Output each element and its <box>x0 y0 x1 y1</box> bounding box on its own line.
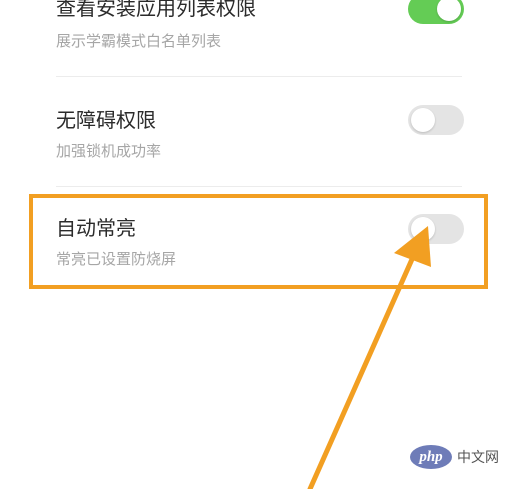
toggle-knob <box>411 108 435 132</box>
setting-row-accessibility: 无障碍权限 加强锁机成功率 <box>56 100 466 170</box>
setting-description: 加强锁机成功率 <box>56 142 162 160</box>
accessibility-permission-toggle[interactable] <box>408 105 464 135</box>
arrow-shaft <box>307 254 416 489</box>
setting-title: 查看安装应用列表权限 <box>56 0 256 20</box>
highlight-annotation-box <box>29 194 488 289</box>
watermark-site-text: 中文网 <box>457 450 499 466</box>
setting-row-install-list: 查看安装应用列表权限 展示学霸模式白名单列表 <box>56 0 466 60</box>
watermark: php 中文网 <box>410 444 499 470</box>
toggle-knob <box>437 0 461 21</box>
divider <box>56 76 462 77</box>
setting-title: 无障碍权限 <box>56 108 156 132</box>
divider <box>56 186 462 187</box>
install-list-permission-toggle[interactable] <box>408 0 464 24</box>
setting-description: 展示学霸模式白名单列表 <box>56 32 222 50</box>
watermark-logo: php <box>410 445 452 469</box>
